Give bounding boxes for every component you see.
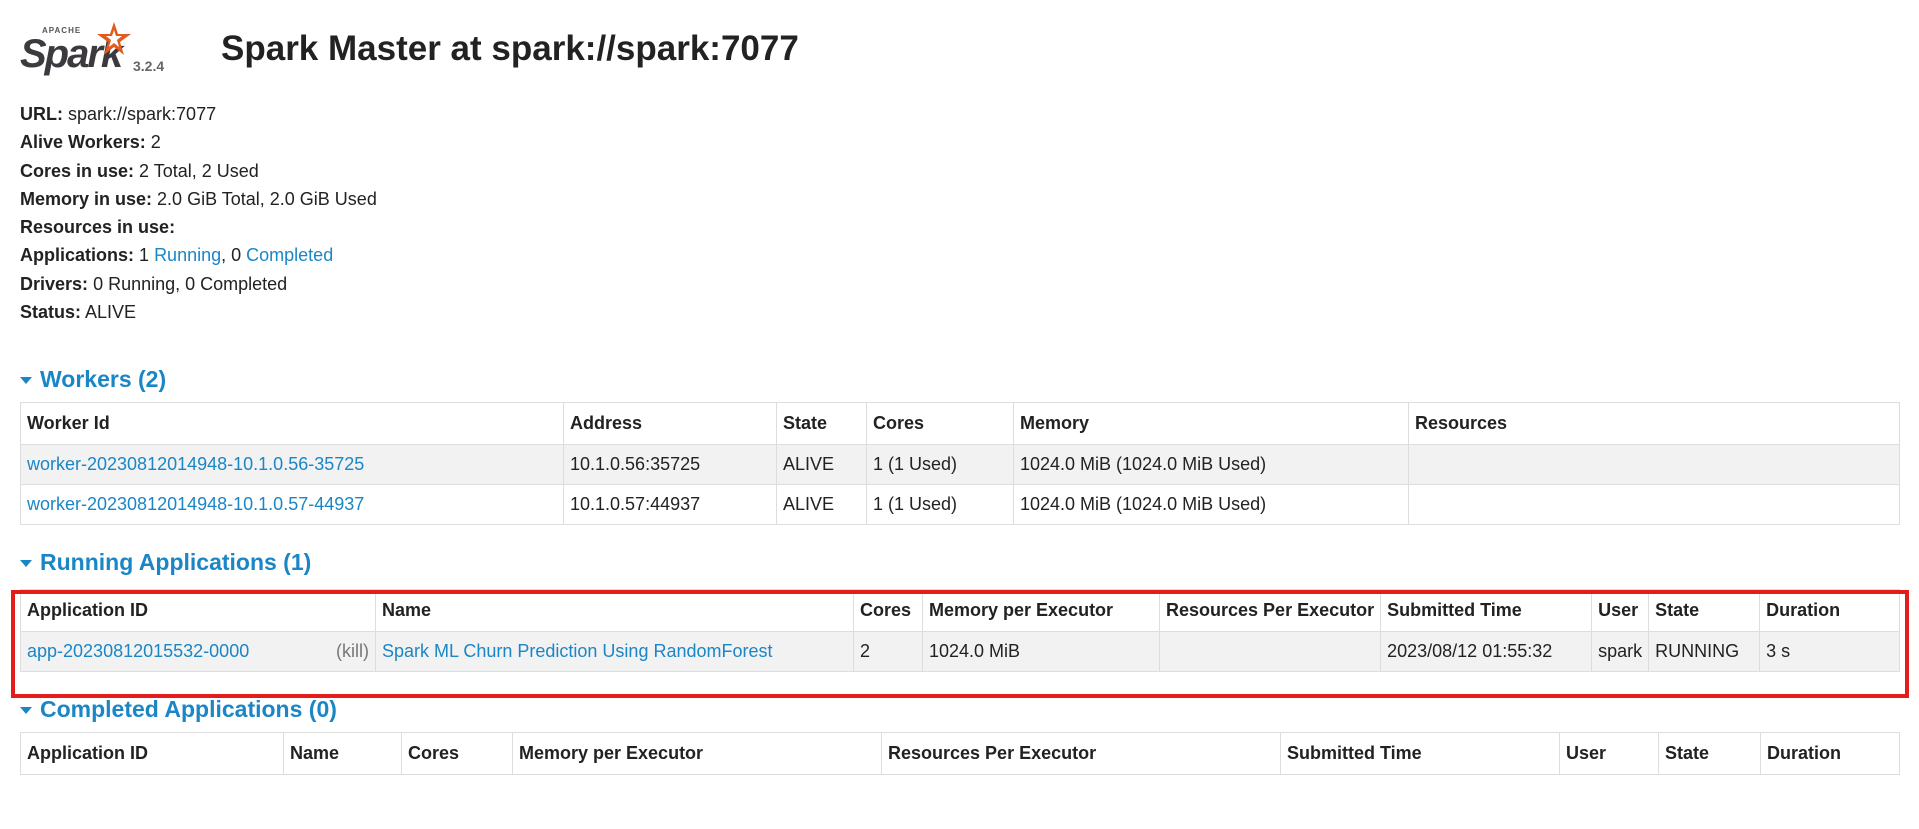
caret-down-icon <box>20 377 32 385</box>
completed-apps-section-toggle[interactable]: Completed Applications (0) <box>20 694 1900 724</box>
worker-cores-cell: 1 (1 Used) <box>866 484 1014 526</box>
completed-apps-table: Application ID Name Cores Memory per Exe… <box>20 732 1900 776</box>
spark-star-icon <box>97 22 131 55</box>
running-apps-link[interactable]: Running <box>154 245 221 265</box>
workers-table-header: Worker Id Address State Cores Memory Res… <box>20 402 1900 446</box>
page-title: Spark Master at spark://spark:7077 <box>221 29 799 68</box>
master-summary: URL: spark://spark:7077 Alive Workers: 2… <box>20 100 1900 326</box>
completed-apps-link[interactable]: Completed <box>246 245 333 265</box>
summary-url: URL: spark://spark:7077 <box>20 104 217 124</box>
col-memory[interactable]: Memory <box>1013 402 1409 446</box>
worker-cores-cell: 1 (1 Used) <box>866 444 1014 486</box>
worker-link[interactable]: worker-20230812014948-10.1.0.57-44937 <box>27 494 364 514</box>
summary-drivers: Drivers: 0 Running, 0 Completed <box>20 273 288 294</box>
spark-logo[interactable]: APACHE Spark 3.2.4 <box>20 20 170 80</box>
worker-link[interactable]: worker-20230812014948-10.1.0.56-35725 <box>27 454 364 474</box>
col-resources[interactable]: Resources <box>1408 402 1900 446</box>
workers-section-toggle[interactable]: Workers (2) <box>20 364 1900 394</box>
worker-resources-cell <box>1408 484 1900 526</box>
completed-apps-table-header: Application ID Name Cores Memory per Exe… <box>20 732 1900 776</box>
col-worker-id[interactable]: Worker Id <box>20 402 564 446</box>
table-row: worker-20230812014948-10.1.0.56-35725 10… <box>20 444 1900 486</box>
summary-applications: Applications: 1 Running, 0 Completed <box>20 245 334 266</box>
caret-down-icon <box>20 560 32 568</box>
worker-state-cell: ALIVE <box>776 444 867 486</box>
summary-cores: Cores in use: 2 Total, 2 Used <box>20 160 259 181</box>
worker-state-cell: ALIVE <box>776 484 867 526</box>
col-cores[interactable]: Cores <box>401 732 513 776</box>
col-submitted-time[interactable]: Submitted Time <box>1280 732 1560 776</box>
col-state[interactable]: State <box>1658 732 1761 776</box>
table-row: worker-20230812014948-10.1.0.57-44937 10… <box>20 484 1900 526</box>
worker-address-cell: 10.1.0.56:35725 <box>563 444 777 486</box>
col-user[interactable]: User <box>1559 732 1659 776</box>
worker-memory-cell: 1024.0 MiB (1024.0 MiB Used) <box>1013 484 1409 526</box>
header: APACHE Spark 3.2.4 Spark Master at spark… <box>20 10 1900 80</box>
completed-apps-section-title: Completed Applications (0) <box>40 695 337 722</box>
caret-down-icon <box>20 707 32 715</box>
col-address[interactable]: Address <box>563 402 777 446</box>
summary-alive-workers: Alive Workers: 2 <box>20 132 161 153</box>
summary-status: Status: ALIVE <box>20 302 137 323</box>
spark-version: 3.2.4 <box>133 58 165 74</box>
running-apps-section-toggle[interactable]: Running Applications (1) <box>20 547 1900 577</box>
col-state[interactable]: State <box>776 402 867 446</box>
col-cores[interactable]: Cores <box>866 402 1014 446</box>
summary-memory: Memory in use: 2.0 GiB Total, 2.0 GiB Us… <box>20 188 377 209</box>
col-duration[interactable]: Duration <box>1760 732 1900 776</box>
worker-address-cell: 10.1.0.57:44937 <box>563 484 777 526</box>
col-resources-per-executor[interactable]: Resources Per Executor <box>881 732 1281 776</box>
summary-resources: Resources in use: <box>20 217 176 238</box>
worker-memory-cell: 1024.0 MiB (1024.0 MiB Used) <box>1013 444 1409 486</box>
running-apps-section-title: Running Applications (1) <box>40 548 312 575</box>
highlight-box <box>11 590 1909 698</box>
worker-id-cell: worker-20230812014948-10.1.0.57-44937 <box>20 484 564 526</box>
workers-table: Worker Id Address State Cores Memory Res… <box>20 402 1900 526</box>
workers-section-title: Workers (2) <box>40 365 167 392</box>
worker-resources-cell <box>1408 444 1900 486</box>
worker-id-cell: worker-20230812014948-10.1.0.56-35725 <box>20 444 564 486</box>
col-memory-per-executor[interactable]: Memory per Executor <box>512 732 882 776</box>
col-name[interactable]: Name <box>283 732 402 776</box>
col-application-id[interactable]: Application ID <box>20 732 284 776</box>
